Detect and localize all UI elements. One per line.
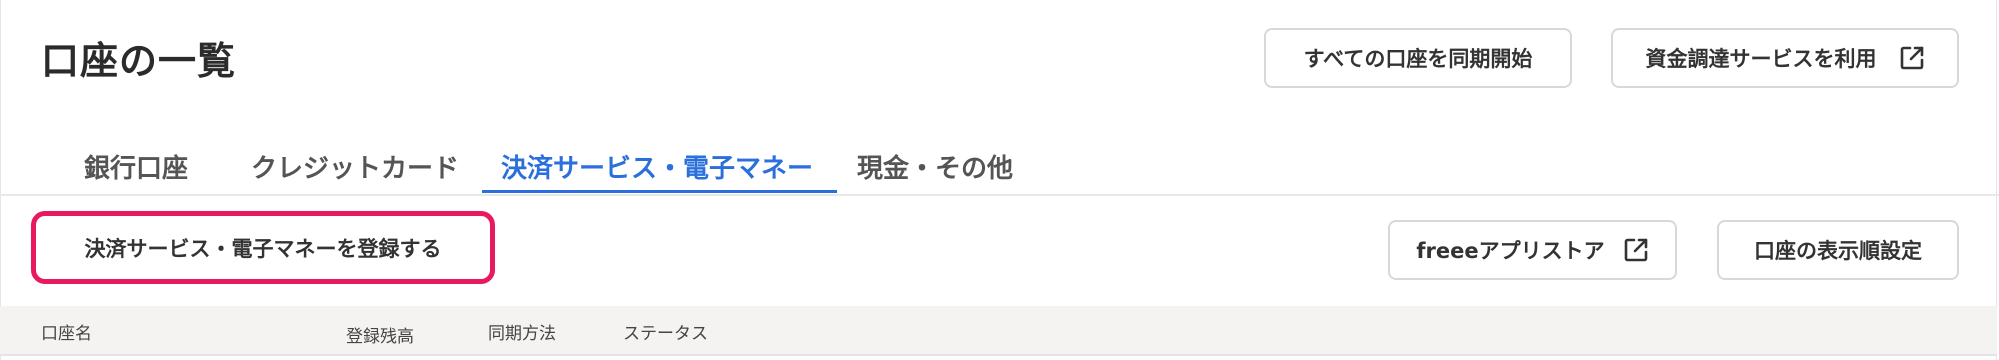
external-link-icon: [1899, 45, 1925, 71]
tab-payment-emoney[interactable]: 決済サービス・電子マネー: [501, 148, 813, 185]
display-order-button[interactable]: 口座の表示順設定: [1717, 220, 1959, 280]
app-store-button[interactable]: freeeアプリストア: [1388, 220, 1677, 280]
register-payment-button[interactable]: 決済サービス・電子マネーを登録する: [85, 233, 442, 263]
external-link-icon: [1623, 237, 1649, 263]
funding-service-label: 資金調達サービスを利用: [1645, 47, 1877, 71]
app-store-label: freeeアプリストア: [1416, 239, 1605, 263]
column-balance: 登録残高: [346, 327, 414, 347]
page-title: 口座の一覧: [41, 39, 237, 83]
column-account-name: 口座名: [41, 324, 92, 344]
tab-cash-other[interactable]: 現金・その他: [857, 148, 1013, 185]
column-sync-method: 同期方法: [488, 324, 556, 344]
register-highlight: 決済サービス・電子マネーを登録する: [31, 211, 495, 284]
account-type-tabs: 銀行口座 クレジットカード 決済サービス・電子マネー 現金・その他: [0, 140, 1999, 196]
active-tab-indicator: [482, 190, 837, 193]
tab-credit-card[interactable]: クレジットカード: [251, 148, 459, 185]
display-order-label: 口座の表示順設定: [1754, 239, 1922, 263]
sync-all-button[interactable]: すべての口座を同期開始: [1264, 28, 1572, 88]
funding-service-button[interactable]: 資金調達サービスを利用: [1611, 28, 1959, 88]
tab-bank[interactable]: 銀行口座: [84, 148, 188, 185]
sync-all-label: すべての口座を同期開始: [1303, 47, 1533, 71]
column-status: ステータス: [623, 324, 708, 344]
table-header: 口座名 登録残高 同期方法 ステータス: [0, 306, 1997, 356]
